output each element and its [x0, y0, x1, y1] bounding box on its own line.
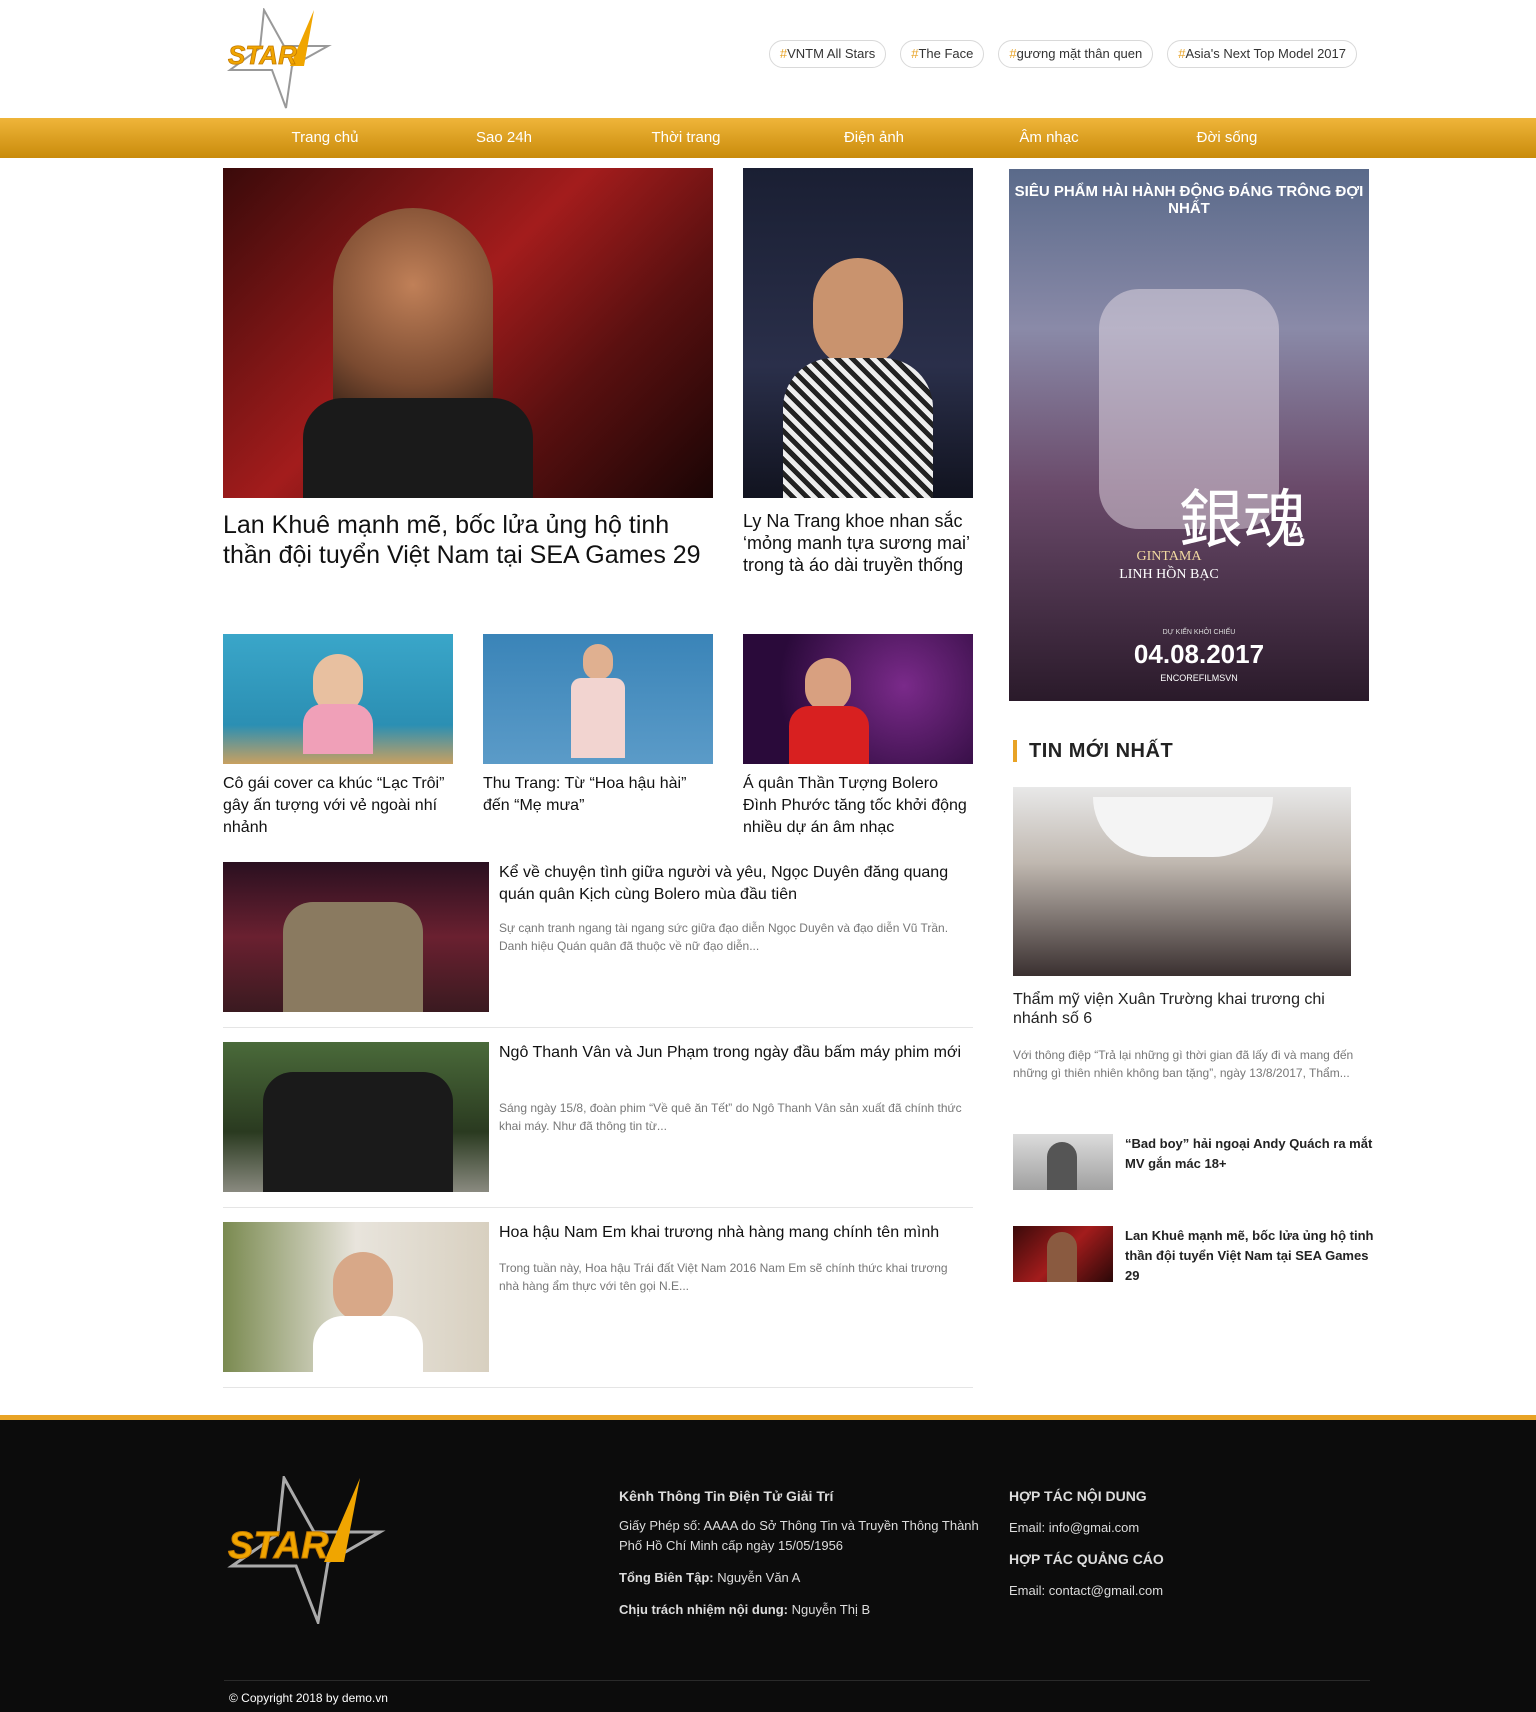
footer-ads-email[interactable]: Email: contact@gmail.com: [1009, 1581, 1163, 1601]
ad-headline: SIÊU PHẨM HÀI HÀNH ĐỘNG ĐÁNG TRÔNG ĐỢI N…: [1014, 183, 1364, 217]
list-title-3[interactable]: Hoa hậu Nam Em khai trương nhà hàng mang…: [499, 1222, 969, 1244]
ad-date: 04.08.2017: [1133, 639, 1265, 669]
list-divider: [223, 1027, 973, 1028]
footer-editor: Tổng Biên Tập: Nguyễn Văn A: [619, 1570, 801, 1585]
site-header: STAR #VNTM All Stars #The Face #gương mặ…: [0, 0, 1536, 118]
grid-image-2[interactable]: [483, 634, 713, 764]
sidebar-top-image[interactable]: [1013, 787, 1351, 976]
featured-image-1[interactable]: [223, 168, 713, 498]
sidebar-top-title[interactable]: Thẩm mỹ viện Xuân Trường khai trương chi…: [1013, 990, 1343, 1028]
tag-the-face[interactable]: #The Face: [900, 40, 985, 68]
footer-divider: [224, 1680, 1370, 1681]
grid-image-1[interactable]: [223, 634, 453, 764]
site-footer: STAR: [0, 1415, 1536, 1712]
footer-star1-logo[interactable]: STAR: [224, 1476, 404, 1624]
tag-vntm[interactable]: #VNTM All Stars: [768, 40, 887, 68]
footer-content-email[interactable]: Email: info@gmai.com: [1009, 1518, 1139, 1538]
list-excerpt-3: Trong tuần này, Hoa hậu Trái đất Việt Na…: [499, 1261, 948, 1293]
featured-title-2[interactable]: Ly Na Trang khoe nhan sắc ‘mỏng manh tựa…: [743, 510, 973, 576]
tag-asia-ntm[interactable]: #Asia's Next Top Model 2017: [1167, 40, 1357, 68]
list-image-2[interactable]: [223, 1042, 489, 1192]
ad-release-label: DỰ KIẾN KHỞI CHIẾU: [1162, 629, 1236, 636]
sidebar-item-title-1[interactable]: “Bad boy” hải ngoại Andy Quách ra mắt MV…: [1125, 1134, 1375, 1174]
nav-am-nhac[interactable]: Âm nhạc: [1019, 118, 1078, 158]
featured-title-1[interactable]: Lan Khuê mạnh mẽ, bốc lửa ủng hộ tinh th…: [223, 510, 703, 570]
footer-copyright: © Copyright 2018 by demo.vn: [229, 1691, 388, 1705]
list-title-1[interactable]: Kể về chuyện tình giữa người và yêu, Ngọ…: [499, 862, 969, 906]
footer-license: Giấy Phép số: AAAA do Sở Thông Tin và Tr…: [619, 1518, 979, 1553]
movie-ad-banner[interactable]: SIÊU PHẨM HÀI HÀNH ĐỘNG ĐÁNG TRÔNG ĐỢI N…: [1009, 169, 1369, 701]
nav-trang-chu[interactable]: Trang chủ: [292, 118, 359, 158]
nav-thoi-trang[interactable]: Thời trang: [651, 118, 720, 158]
list-divider: [223, 1207, 973, 1208]
grid-title-1[interactable]: Cô gái cover ca khúc “Lạc Trôi” gây ấn t…: [223, 773, 453, 839]
list-image-3[interactable]: [223, 1222, 489, 1372]
grid-title-3[interactable]: Á quân Thần Tượng Bolero Đình Phước tăng…: [743, 773, 973, 839]
tag-guong-mat[interactable]: #gương mặt thân quen: [998, 40, 1154, 68]
nav-doi-song[interactable]: Đời sống: [1197, 118, 1258, 158]
list-title-2[interactable]: Ngô Thanh Vân và Jun Phạm trong ngày đầu…: [499, 1042, 969, 1064]
sidebar-thumb-1[interactable]: [1013, 1134, 1113, 1190]
footer-content-heading: HỢP TÁC NỘI DUNG: [1009, 1488, 1147, 1504]
sidebar-item-title-2[interactable]: Lan Khuê mạnh mẽ, bốc lửa ủng hộ tinh th…: [1125, 1226, 1375, 1286]
list-excerpt-1: Sự cạnh tranh ngang tài ngang sức giữa đ…: [499, 921, 949, 953]
star1-logo[interactable]: STAR: [224, 8, 344, 110]
featured-image-2[interactable]: [743, 168, 973, 498]
grid-title-2[interactable]: Thu Trang: Từ “Hoa hậu hài” đến “Mẹ mưa”: [483, 773, 713, 817]
list-image-1[interactable]: [223, 862, 489, 1012]
svg-text:STAR: STAR: [228, 40, 297, 70]
svg-text:STAR: STAR: [228, 1525, 329, 1567]
latest-news-heading: TIN MỚI NHẤT: [1013, 740, 1173, 762]
ad-title-en: GINTAMA: [1136, 549, 1202, 564]
sidebar-top-excerpt: Với thông điệp “Trả lại những gì thời gi…: [1013, 1048, 1354, 1080]
nav-dien-anh[interactable]: Điện ảnh: [844, 118, 904, 158]
tag-list: #VNTM All Stars #The Face #gương mặt thâ…: [768, 40, 1357, 68]
sidebar-thumb-2[interactable]: [1013, 1226, 1113, 1282]
list-divider: [223, 1387, 973, 1388]
footer-responsible: Chịu trách nhiệm nội dung: Nguyễn Thị B: [619, 1602, 871, 1617]
main-nav: Trang chủ Sao 24h Thời trang Điện ảnh Âm…: [0, 118, 1536, 158]
footer-channel: Kênh Thông Tin Điện Tử Giải Trí: [619, 1488, 834, 1504]
nav-sao-24h[interactable]: Sao 24h: [476, 118, 532, 158]
ad-kanji: 銀魂: [1179, 484, 1307, 558]
ad-title-vi: LINH HỒN BẠC: [1119, 567, 1219, 582]
ad-social: ENCOREFILMSVN: [1160, 673, 1238, 683]
grid-image-3[interactable]: [743, 634, 973, 764]
list-excerpt-2: Sáng ngày 15/8, đoàn phim “Về quê ăn Tết…: [499, 1101, 962, 1133]
footer-ads-heading: HỢP TÁC QUẢNG CÁO: [1009, 1551, 1164, 1567]
